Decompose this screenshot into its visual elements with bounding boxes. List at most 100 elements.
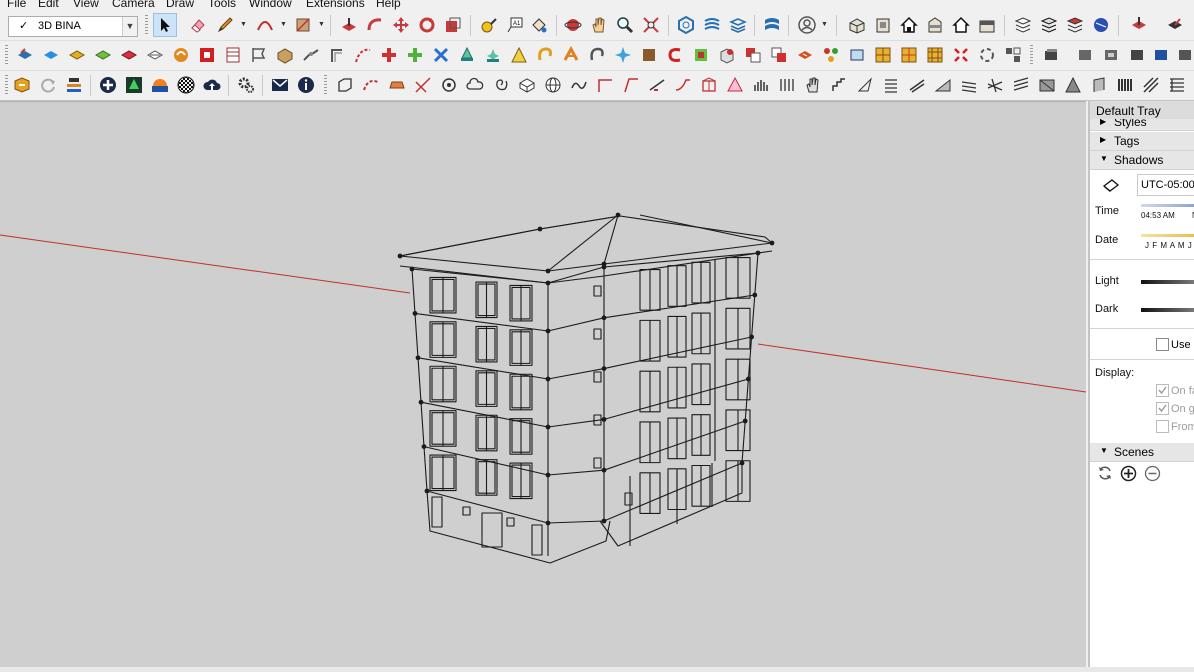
- menu-view[interactable]: View: [73, 0, 99, 10]
- face-icon[interactable]: [854, 74, 876, 96]
- curve-wall-icon[interactable]: [1114, 74, 1136, 96]
- vertex-tools-icon[interactable]: [378, 44, 400, 66]
- spline-icon[interactable]: [300, 44, 322, 66]
- flatten-icon[interactable]: [846, 44, 868, 66]
- section-plane-icon[interactable]: [1128, 14, 1150, 36]
- flatten-icon[interactable]: [1002, 44, 1024, 66]
- paint-bucket-icon[interactable]: [528, 14, 550, 36]
- slope-icon[interactable]: [646, 74, 668, 96]
- trim-icon[interactable]: [222, 44, 244, 66]
- spiral-icon[interactable]: [490, 74, 512, 96]
- house-builder-icon[interactable]: [1100, 44, 1122, 66]
- close-x-icon[interactable]: [950, 44, 972, 66]
- triangle-icon[interactable]: [724, 74, 746, 96]
- fence-icon[interactable]: [906, 74, 928, 96]
- from-edges-checkbox[interactable]: [1156, 420, 1169, 433]
- lattice-icon[interactable]: [1166, 74, 1188, 96]
- bisect-icon[interactable]: [412, 74, 434, 96]
- refresh-scene-icon[interactable]: [1097, 465, 1115, 483]
- push-pull-icon[interactable]: [338, 14, 360, 36]
- selection-toys-icon[interactable]: [976, 44, 998, 66]
- stair-icon[interactable]: [828, 74, 850, 96]
- sandbox-stamp-icon[interactable]: [40, 44, 62, 66]
- rectangle-shape-icon[interactable]: [292, 14, 314, 36]
- on-ground-checkbox[interactable]: [1156, 402, 1169, 415]
- joint-push-pull-icon[interactable]: [326, 44, 348, 66]
- xray-style-icon[interactable]: [1012, 14, 1034, 36]
- layer-manager-icon[interactable]: [727, 14, 749, 36]
- hatch-icon[interactable]: [1088, 74, 1110, 96]
- pillar-icon[interactable]: [1140, 74, 1162, 96]
- dash-curve-icon[interactable]: [360, 74, 382, 96]
- 3d-warehouse-icon[interactable]: [675, 14, 697, 36]
- section-display-icon[interactable]: [1164, 14, 1186, 36]
- text-label-icon[interactable]: A1: [504, 14, 526, 36]
- select-arrow-icon[interactable]: [153, 13, 177, 37]
- rotate-icon[interactable]: [416, 14, 438, 36]
- use-sun-checkbox[interactable]: [1156, 338, 1169, 351]
- section-scenes-header[interactable]: ▼ Scenes: [1090, 443, 1194, 462]
- arc-tool-icon[interactable]: [254, 14, 276, 36]
- ropes-icon[interactable]: [456, 44, 478, 66]
- solid-union-icon[interactable]: [170, 44, 192, 66]
- orbit-icon[interactable]: [562, 14, 584, 36]
- curviloft-icon[interactable]: [638, 44, 660, 66]
- angle-line-icon[interactable]: [620, 74, 642, 96]
- fan-icon[interactable]: [880, 74, 902, 96]
- section-styles-header[interactable]: ▶ Styles: [1090, 119, 1194, 131]
- grid-cell-icon[interactable]: [776, 74, 798, 96]
- chevron-down-icon[interactable]: ▼: [122, 17, 137, 36]
- shaded-style-icon[interactable]: [1090, 14, 1112, 36]
- bridge-icon[interactable]: [1010, 74, 1032, 96]
- loop-icon[interactable]: [560, 44, 582, 66]
- pencil-line-icon[interactable]: [214, 14, 236, 36]
- stack-icon[interactable]: [63, 74, 85, 96]
- profile-builder-icon[interactable]: [872, 44, 894, 66]
- extrude-icon[interactable]: [534, 44, 556, 66]
- follow-me-icon[interactable]: [364, 14, 386, 36]
- section-shadows-header[interactable]: ▼ Shadows: [1090, 151, 1194, 170]
- round-corner-icon[interactable]: [430, 44, 452, 66]
- building-model[interactable]: [0, 102, 1086, 668]
- cloud-shape-icon[interactable]: [464, 74, 486, 96]
- on-faces-checkbox[interactable]: [1156, 384, 1169, 397]
- left-view-icon[interactable]: [976, 14, 998, 36]
- grid-square-icon[interactable]: [768, 44, 790, 66]
- menu-file[interactable]: File: [7, 0, 26, 10]
- sandbox-drape-icon[interactable]: [66, 44, 88, 66]
- dark-slider[interactable]: [1141, 308, 1194, 312]
- profile-builder-icon[interactable]: [1040, 44, 1062, 66]
- globe-icon[interactable]: [542, 74, 564, 96]
- zoom-icon[interactable]: [614, 14, 636, 36]
- date-slider[interactable]: [1141, 234, 1194, 237]
- shadow-toggle-icon[interactable]: [1102, 177, 1120, 193]
- menu-tools[interactable]: Tools: [208, 0, 236, 10]
- menu-edit[interactable]: Edit: [38, 0, 59, 10]
- noodle-icon[interactable]: [482, 44, 504, 66]
- component-icon[interactable]: [586, 44, 608, 66]
- add-circle-icon[interactable]: [97, 74, 119, 96]
- back-view-icon[interactable]: [1174, 44, 1194, 66]
- tree-icon[interactable]: [123, 74, 145, 96]
- tag-selector-dropdown[interactable]: ✓ 3D BINA ▼: [8, 16, 138, 37]
- sun-shade-icon[interactable]: [149, 74, 171, 96]
- pan-hand-icon[interactable]: [588, 14, 610, 36]
- front-view-icon[interactable]: [872, 14, 894, 36]
- fredo-scale-icon[interactable]: [612, 44, 634, 66]
- layout-send-icon[interactable]: [11, 74, 33, 96]
- layer-tools-icon[interactable]: [1074, 44, 1096, 66]
- move-icon[interactable]: [390, 14, 412, 36]
- refresh-icon[interactable]: [37, 74, 59, 96]
- tape-measure-icon[interactable]: [478, 14, 500, 36]
- selection-toys-icon[interactable]: [820, 44, 842, 66]
- menu-draw[interactable]: Draw: [166, 0, 194, 10]
- checker-material-icon[interactable]: [175, 74, 197, 96]
- menu-help[interactable]: Help: [376, 0, 401, 10]
- bezier-icon[interactable]: [508, 44, 530, 66]
- 3d-viewport[interactable]: [0, 101, 1086, 668]
- offset-line-icon[interactable]: [594, 74, 616, 96]
- box-array-icon[interactable]: [716, 44, 738, 66]
- mesh-icon[interactable]: [984, 74, 1006, 96]
- wireframe-style-icon[interactable]: [1038, 14, 1060, 36]
- iso-view-icon[interactable]: [846, 14, 868, 36]
